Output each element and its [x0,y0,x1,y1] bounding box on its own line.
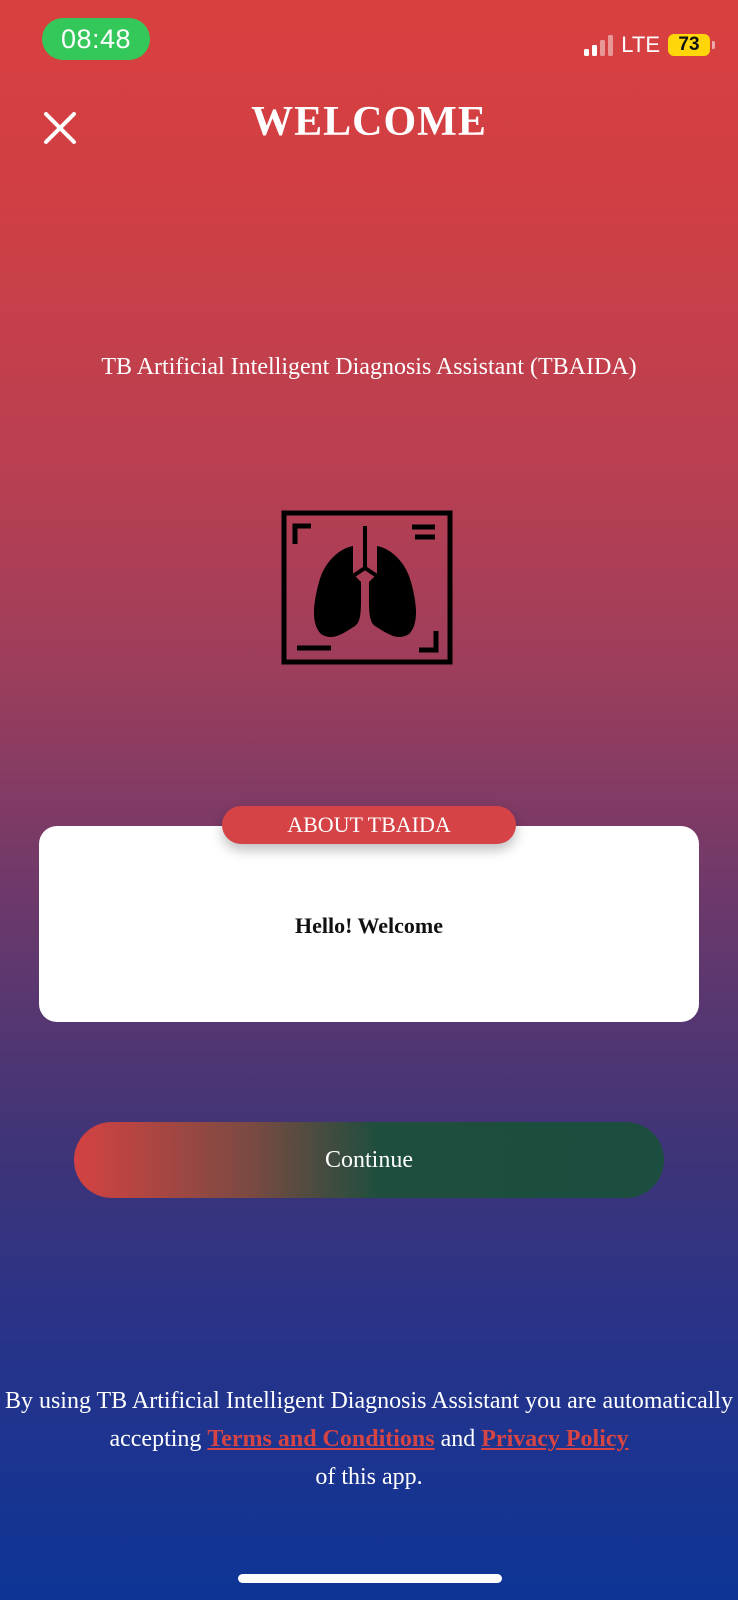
legal-suffix: of this app. [315,1464,423,1490]
home-indicator[interactable] [238,1574,502,1583]
welcome-message: Hello! Welcome [294,913,444,938]
network-type: LTE [621,32,660,57]
app-name: TB Artificial Intelligent Diagnosis Assi… [101,354,637,380]
signal-icon [584,34,614,56]
legal-notice: By using TB Artificial Intelligent Diagn… [0,1382,738,1496]
lung-xray-icon [281,510,453,668]
battery-icon: 73 [668,34,715,56]
privacy-link[interactable]: Privacy Policy [481,1426,628,1452]
continue-button[interactable]: Continue [74,1122,664,1198]
page-title: WELCOME [251,99,487,145]
about-badge: ABOUT TBAIDA [222,806,516,844]
legal-conjunction: and [440,1426,476,1452]
battery-level: 73 [678,34,700,55]
status-time: 08:48 [42,18,150,60]
status-indicators: LTE 73 [584,32,715,58]
terms-link[interactable]: Terms and Conditions [207,1426,434,1452]
